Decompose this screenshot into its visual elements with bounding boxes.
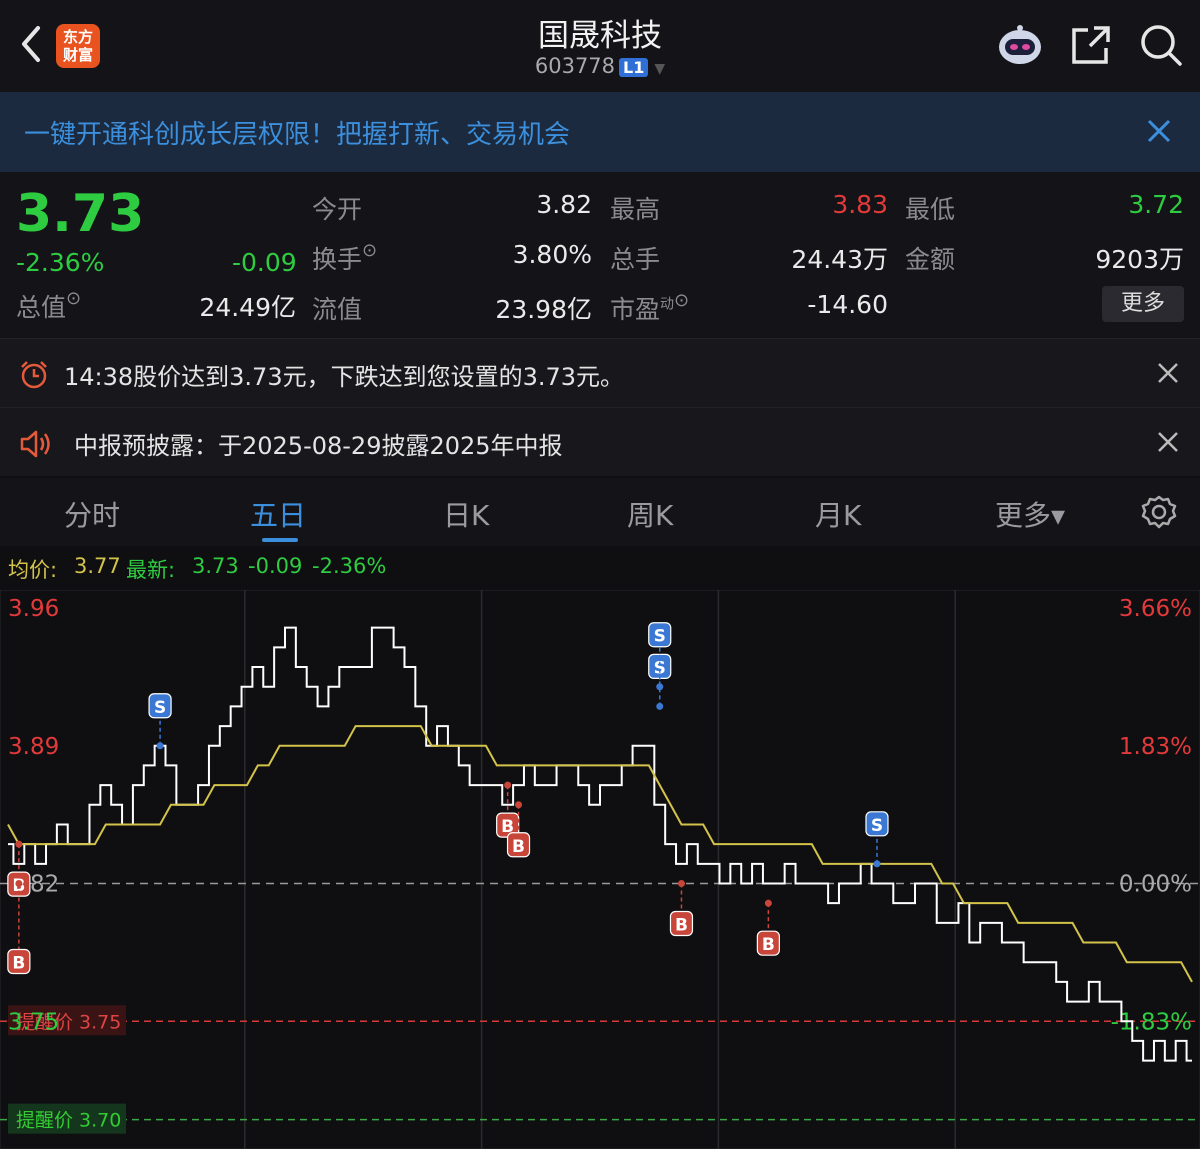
info-icon: ⊙ <box>66 288 82 309</box>
close-icon[interactable] <box>1154 428 1182 456</box>
price-alert-notice[interactable]: 14:38股价达到3.73元，下跌达到您设置的3.73元。 <box>0 338 1200 407</box>
trade-marker-label: B <box>512 837 525 857</box>
float-value-label: 流值 <box>312 295 363 324</box>
avg-price-label: 均价: <box>8 558 58 582</box>
info-icon: ⊙ <box>674 290 690 311</box>
trade-marker-label: S <box>871 816 883 836</box>
robot-icon[interactable] <box>995 20 1045 70</box>
alert-price-label: 提醒价 3.70 <box>16 1110 121 1132</box>
trade-marker-label: B <box>12 954 25 974</box>
pe-label-text: 市盈 <box>610 295 661 324</box>
stock-code: 603778 <box>534 54 616 78</box>
volume-label: 总手 <box>610 245 661 274</box>
pe-label[interactable]: 市盈动⊙ <box>610 290 689 326</box>
search-icon[interactable] <box>1136 20 1186 70</box>
tab-intraday[interactable]: 分时 <box>64 494 120 534</box>
turnover-label-text: 换手 <box>312 245 363 274</box>
y-axis-label-left: 3.75 <box>8 1009 59 1035</box>
trade-marker-dot <box>15 880 23 887</box>
share-icon[interactable] <box>1066 20 1116 70</box>
y-axis-label-right: 3.66% <box>1119 596 1192 622</box>
tab-daily-k[interactable]: 日K <box>443 494 489 534</box>
open-value: 3.82 <box>536 190 592 219</box>
latest-value: 3.73 <box>192 554 239 578</box>
total-value: 24.49亿 <box>199 293 296 322</box>
quote-panel: 3.73 -2.36% -0.09 总值⊙ 24.49亿 今开 3.82 最高 … <box>0 172 1200 338</box>
trade-marker-dot <box>656 702 664 710</box>
promo-banner[interactable]: 一键开通科创成长层权限！把握打新、交易机会 <box>0 92 1200 172</box>
change-amount: -0.09 <box>232 248 297 277</box>
close-icon[interactable] <box>1144 116 1174 146</box>
total-value-label-text: 总值 <box>16 293 67 322</box>
pe-value: -14.60 <box>807 290 888 319</box>
y-axis-label-left: 3.96 <box>8 596 59 622</box>
alarm-clock-icon <box>21 361 47 389</box>
legend-change: -0.09 <box>248 554 303 578</box>
chart-period-tabs: 分时 五日 日K 周K 月K 更多▾ <box>0 478 1200 546</box>
total-value-label[interactable]: 总值⊙ <box>16 288 81 324</box>
report-notice[interactable]: 中报预披露：于2025-08-29披露2025年中报 <box>0 407 1200 476</box>
y-axis-label-right: 1.83% <box>1119 734 1192 760</box>
trade-marker-label: S <box>654 658 666 678</box>
high-label: 最高 <box>610 195 661 224</box>
speaker-icon <box>20 430 50 458</box>
legend-pct: -2.36% <box>312 554 387 578</box>
trade-marker-dot <box>504 781 512 789</box>
amount-value: 9203万 <box>1095 245 1184 274</box>
trade-marker-label: S <box>154 698 166 718</box>
y-axis-label-left: 3.89 <box>8 734 59 760</box>
alert-text: 中报预披露：于2025-08-29披露2025年中报 <box>74 432 563 460</box>
chart-legend: 均价: 3.77 最新: 3.73 -0.09 -2.36% <box>0 546 1200 590</box>
tab-monthly-k[interactable]: 月K <box>815 494 861 534</box>
trade-marker-dot <box>656 683 664 691</box>
trade-marker-label: S <box>654 627 666 647</box>
open-label: 今开 <box>312 195 363 224</box>
trade-marker-dot <box>515 801 523 809</box>
avg-price-value: 3.77 <box>74 554 121 578</box>
top-nav-bar: 东方 财富 国晟科技 603778 L1 ▼ <box>0 0 1200 92</box>
float-value: 23.98亿 <box>495 295 592 324</box>
change-percent: -2.36% <box>16 248 105 277</box>
trade-marker-dot <box>15 840 23 848</box>
trade-marker-dot <box>677 880 685 887</box>
gear-icon[interactable] <box>1140 494 1178 532</box>
volume-value: 24.43万 <box>791 245 888 274</box>
latest-label: 最新: <box>126 558 176 582</box>
low-value: 3.72 <box>1128 190 1184 219</box>
close-icon[interactable] <box>1154 359 1182 387</box>
tab-weekly-k[interactable]: 周K <box>627 494 673 534</box>
level-badge: L1 <box>619 58 649 77</box>
five-day-chart[interactable]: 提醒价 3.75提醒价 3.703.96 3.66%3.89 1.83%3.82 0.… <box>0 590 1200 1149</box>
active-tab-indicator <box>262 538 298 542</box>
trade-marker-label: B <box>675 916 688 936</box>
current-price: 3.73 <box>16 184 145 244</box>
trade-marker-label: B <box>762 935 775 955</box>
pe-dynamic-sup: 动 <box>660 296 675 313</box>
more-button[interactable]: 更多 <box>1102 286 1184 322</box>
turnover-value: 3.80% <box>512 240 592 269</box>
turnover-label[interactable]: 换手⊙ <box>312 240 377 276</box>
trade-marker-dot <box>156 742 164 750</box>
trade-marker-dot <box>764 899 772 907</box>
chevron-down-icon: ▼ <box>654 61 666 77</box>
high-value: 3.83 <box>832 190 888 219</box>
trade-marker-dot <box>873 860 881 868</box>
info-icon: ⊙ <box>362 240 378 261</box>
alert-text: 14:38股价达到3.73元，下跌达到您设置的3.73元。 <box>64 363 625 391</box>
chart-background <box>0 590 1200 1149</box>
tab-five-day[interactable]: 五日 <box>250 494 306 534</box>
banner-text: 一键开通科创成长层权限！把握打新、交易机会 <box>24 120 571 150</box>
low-label: 最低 <box>905 195 956 224</box>
y-axis-label-right: 0.00% <box>1119 872 1192 898</box>
tab-more[interactable]: 更多▾ <box>995 494 1065 534</box>
amount-label: 金额 <box>905 245 956 274</box>
